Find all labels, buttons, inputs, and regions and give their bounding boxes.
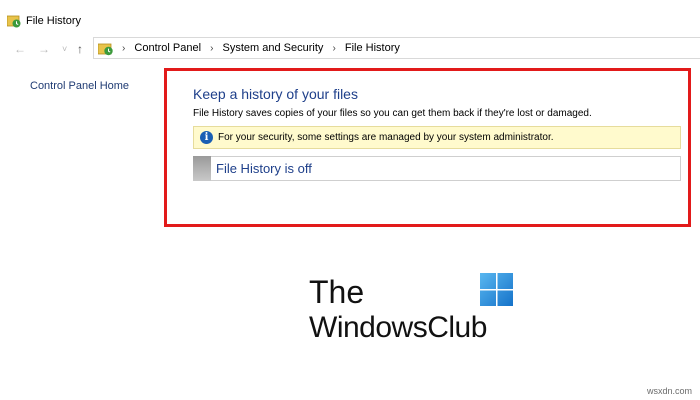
- file-history-status-box: File History is off: [193, 156, 681, 181]
- file-history-icon: [7, 15, 21, 28]
- recent-locations-button[interactable]: ˅: [62, 42, 67, 56]
- page-description: File History saves copies of your files …: [193, 108, 592, 119]
- breadcrumb: › Control Panel › System and Security › …: [116, 42, 400, 54]
- logo-text-the: The: [309, 274, 365, 310]
- drive-status-icon: [193, 156, 211, 181]
- page-title: Keep a history of your files: [193, 86, 358, 102]
- control-panel-icon: [98, 43, 113, 56]
- title-bar: File History: [0, 0, 700, 40]
- watermark: wsxdn.com: [646, 386, 692, 396]
- chevron-right-icon: ›: [122, 43, 126, 54]
- breadcrumb-item-file-history[interactable]: File History: [345, 42, 400, 54]
- chevron-right-icon: ›: [332, 43, 336, 54]
- breadcrumb-item-system-and-security[interactable]: System and Security: [223, 42, 324, 54]
- admin-notice-text: For your security, some settings are man…: [218, 132, 554, 143]
- file-history-status: File History is off: [216, 161, 312, 176]
- chevron-right-icon: ›: [210, 43, 214, 54]
- windows-logo-icon: [480, 273, 513, 306]
- control-panel-home-link[interactable]: Control Panel Home: [30, 80, 129, 92]
- forward-button[interactable]: →: [38, 42, 50, 56]
- admin-notice-bar: i For your security, some settings are m…: [193, 126, 681, 149]
- back-button[interactable]: ←: [14, 42, 26, 56]
- info-icon: i: [200, 131, 213, 144]
- breadcrumb-item-control-panel[interactable]: Control Panel: [134, 42, 201, 54]
- address-bar[interactable]: › Control Panel › System and Security › …: [93, 37, 700, 59]
- window-title: File History: [26, 15, 82, 27]
- logo-text-windowsclub: WindowsClub: [309, 311, 487, 344]
- up-button[interactable]: ↑: [77, 42, 83, 56]
